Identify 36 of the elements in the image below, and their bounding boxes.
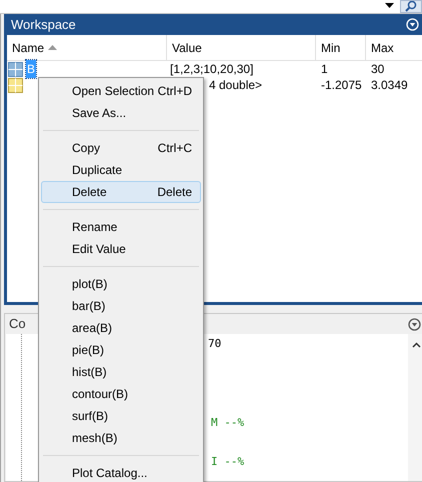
menu-item[interactable]: Save As...: [41, 102, 201, 124]
table-cell-text: [1,2,3;10,20,30]: [170, 61, 254, 78]
menu-item[interactable]: pie(B): [41, 339, 201, 361]
panel-title: Co: [9, 315, 26, 334]
dropdown-caret-icon[interactable]: [385, 3, 394, 9]
menu-item[interactable]: bar(B): [41, 295, 201, 317]
menu-item[interactable]: Delete Delete: [41, 181, 201, 203]
table-cell: 3.0349: [371, 78, 408, 92]
panel-title: Workspace: [11, 16, 76, 34]
column-header[interactable]: Min: [316, 35, 366, 60]
table-cell: -1.2075: [321, 78, 362, 92]
panel-menu-icon[interactable]: [408, 318, 421, 330]
menu-item[interactable]: mesh(B): [41, 427, 201, 449]
menu-item[interactable]: plot(B): [41, 273, 201, 295]
menu-item[interactable]: Edit Value: [41, 238, 201, 260]
column-header[interactable]: Value: [167, 35, 316, 60]
scrollbar[interactable]: [408, 334, 422, 481]
menu-item[interactable]: surf(B): [41, 405, 201, 427]
menu-item[interactable]: Plot Catalog...: [41, 462, 201, 482]
table-cell: 30: [371, 62, 384, 76]
table-cell-text: 4 double>: [209, 77, 262, 94]
menu-item[interactable]: Rename: [41, 216, 201, 238]
code-line: 70: [208, 336, 222, 351]
menu-item[interactable]: area(B): [41, 317, 201, 339]
menu-item[interactable]: contour(B): [41, 383, 201, 405]
menu-item[interactable]: Open Selection Ctrl+D: [41, 80, 201, 102]
column-header[interactable]: Max: [366, 35, 422, 60]
scroll-up-icon[interactable]: [412, 342, 420, 348]
code-line: I --%: [210, 454, 246, 469]
search-icon: [405, 1, 417, 12]
menu-item[interactable]: Copy Ctrl+C: [41, 137, 201, 159]
menu-item[interactable]: Duplicate: [41, 159, 201, 181]
search-button[interactable]: [400, 0, 422, 13]
code-line: M --%: [210, 415, 246, 430]
table-cell: 1: [321, 62, 328, 76]
menu-item[interactable]: hist(B): [41, 361, 201, 383]
